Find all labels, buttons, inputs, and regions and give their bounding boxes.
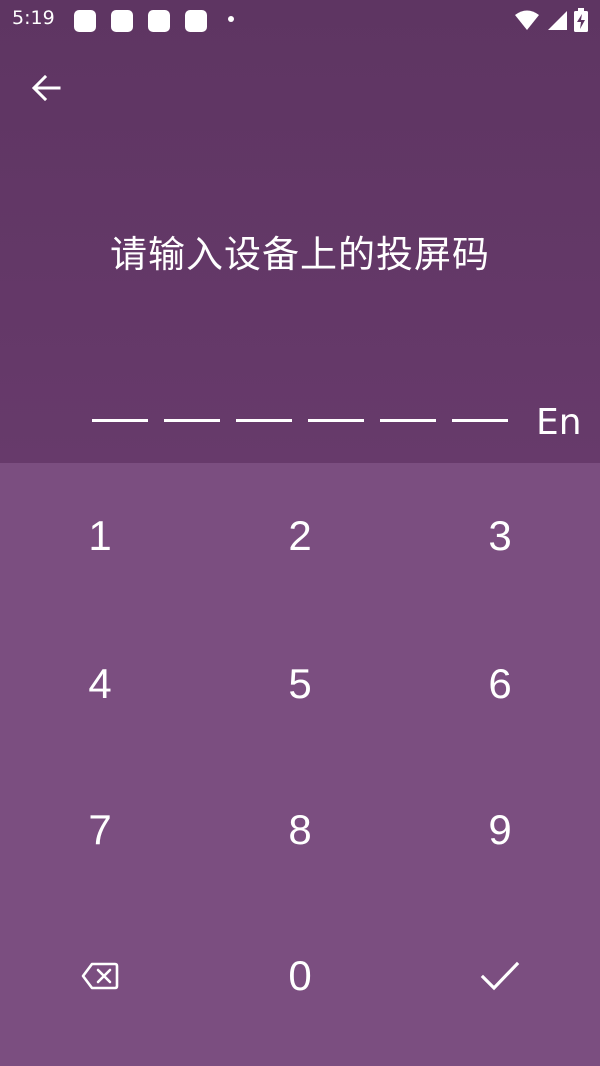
key-5[interactable]: 5 — [200, 611, 400, 757]
key-8[interactable]: 8 — [200, 757, 400, 903]
code-slot-6 — [452, 419, 508, 422]
notification-icon — [111, 10, 133, 32]
code-input-slots[interactable] — [92, 419, 512, 423]
back-button[interactable] — [22, 66, 70, 110]
key-7[interactable]: 7 — [0, 757, 200, 903]
header-area: 5:19 请输入设备上的投屏码 En — [0, 0, 600, 463]
number-keypad: 1 2 3 4 5 6 7 8 9 0 — [0, 463, 600, 1066]
backspace-button[interactable] — [0, 903, 200, 1049]
key-0[interactable]: 0 — [200, 903, 400, 1049]
code-slot-3 — [236, 419, 292, 422]
key-9[interactable]: 9 — [400, 757, 600, 903]
notification-icon — [148, 10, 170, 32]
language-toggle-button[interactable]: En — [536, 402, 582, 443]
code-slot-5 — [380, 419, 436, 422]
arrow-left-icon — [31, 75, 61, 101]
confirm-button[interactable] — [400, 903, 600, 1049]
battery-charging-icon — [574, 8, 588, 32]
code-slot-4 — [308, 419, 364, 422]
system-icons — [514, 8, 588, 32]
check-icon — [480, 961, 520, 991]
key-4[interactable]: 4 — [0, 611, 200, 757]
key-6[interactable]: 6 — [400, 611, 600, 757]
more-notifications-icon — [228, 16, 234, 22]
page-title: 请输入设备上的投屏码 — [110, 233, 490, 276]
wifi-icon — [515, 10, 539, 30]
notification-icon — [185, 10, 207, 32]
backspace-icon — [81, 962, 119, 990]
code-slot-2 — [164, 419, 220, 422]
signal-icon — [548, 11, 567, 30]
code-slot-1 — [92, 419, 148, 422]
notification-icon — [74, 10, 96, 32]
key-2[interactable]: 2 — [200, 463, 400, 609]
status-time: 5:19 — [12, 7, 55, 29]
key-3[interactable]: 3 — [400, 463, 600, 609]
key-1[interactable]: 1 — [0, 463, 200, 609]
status-bar: 5:19 — [0, 0, 600, 40]
